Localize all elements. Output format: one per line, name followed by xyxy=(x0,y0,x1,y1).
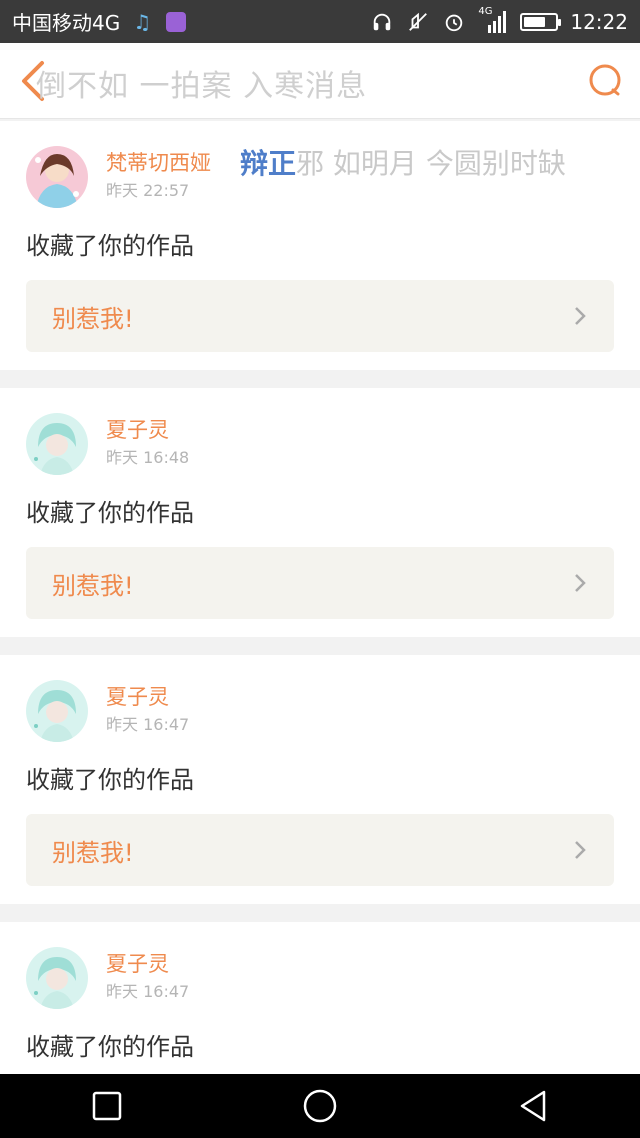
search-icon xyxy=(589,64,621,96)
carrier-label: 中国移动4G xyxy=(12,11,121,35)
alarm-icon xyxy=(442,10,466,34)
username[interactable]: 夏子灵 xyxy=(106,417,189,443)
system-nav-bar xyxy=(0,1074,640,1138)
battery-icon xyxy=(520,12,562,31)
timestamp: 昨天 16:47 xyxy=(106,982,190,1001)
work-link[interactable]: 别惹我! xyxy=(26,814,614,886)
work-title: 别惹我! xyxy=(52,304,134,333)
notification-feed[interactable]: 梵蒂切西娅 昨天 22:57 收藏了你的作品 别惹我! 夏子灵 昨天 16:48… xyxy=(0,121,640,1074)
notification-card: 夏子灵 昨天 16:48 收藏了你的作品 别惹我! xyxy=(0,388,640,637)
page-title: 倒不如 一拍案 入寒消息 xyxy=(36,69,368,104)
back-icon xyxy=(521,1090,546,1122)
recent-apps-button[interactable] xyxy=(87,1086,127,1126)
work-title: 别惹我! xyxy=(52,571,134,600)
home-button[interactable] xyxy=(300,1086,340,1126)
action-text: 收藏了你的作品 xyxy=(26,499,194,527)
recent-apps-icon xyxy=(92,1091,121,1121)
image-icon xyxy=(164,10,188,34)
back-nav-button[interactable] xyxy=(513,1086,553,1126)
overlay-caption: 辩正邪 如明月 今圆别时缺 xyxy=(240,142,566,182)
action-text: 收藏了你的作品 xyxy=(26,1033,194,1061)
work-link[interactable]: 别惹我! xyxy=(26,547,614,619)
username[interactable]: 夏子灵 xyxy=(106,684,189,710)
home-icon xyxy=(303,1089,337,1123)
timestamp: 昨天 16:47 xyxy=(106,715,190,734)
avatar[interactable] xyxy=(26,680,88,742)
network-type-label: 4G xyxy=(478,5,493,17)
overlay-caption-highlight: 辩正 xyxy=(240,147,297,180)
avatar[interactable] xyxy=(26,947,88,1009)
timestamp: 昨天 22:57 xyxy=(106,181,190,200)
status-bar: 中国移动4G ♫ 4G 12:22 xyxy=(0,0,640,43)
username[interactable]: 夏子灵 xyxy=(106,951,189,977)
chevron-right-icon xyxy=(575,307,586,325)
username[interactable]: 梵蒂切西娅 xyxy=(106,150,211,176)
signal-icon: 4G xyxy=(478,6,508,34)
chevron-right-icon xyxy=(575,841,586,859)
action-text: 收藏了你的作品 xyxy=(26,766,194,794)
notification-card: 夏子灵 昨天 16:47 收藏了你的作品 xyxy=(0,922,640,1074)
app-header: 倒不如 一拍案 入寒消息 xyxy=(0,43,640,119)
music-note-icon: ♫ xyxy=(133,9,152,34)
avatar[interactable] xyxy=(26,413,88,475)
action-text: 收藏了你的作品 xyxy=(26,232,194,260)
overlay-caption-rest: 邪 如明月 今圆别时缺 xyxy=(296,147,566,180)
headphones-icon xyxy=(370,10,394,34)
timestamp: 昨天 16:48 xyxy=(106,448,190,467)
chevron-right-icon xyxy=(575,574,586,592)
avatar[interactable] xyxy=(26,146,88,208)
status-time: 12:22 xyxy=(570,9,628,34)
work-link[interactable]: 别惹我! xyxy=(26,280,614,352)
mute-icon xyxy=(406,10,430,34)
notification-card: 夏子灵 昨天 16:47 收藏了你的作品 别惹我! xyxy=(0,655,640,904)
search-button[interactable] xyxy=(588,63,624,99)
work-title: 别惹我! xyxy=(52,838,134,867)
